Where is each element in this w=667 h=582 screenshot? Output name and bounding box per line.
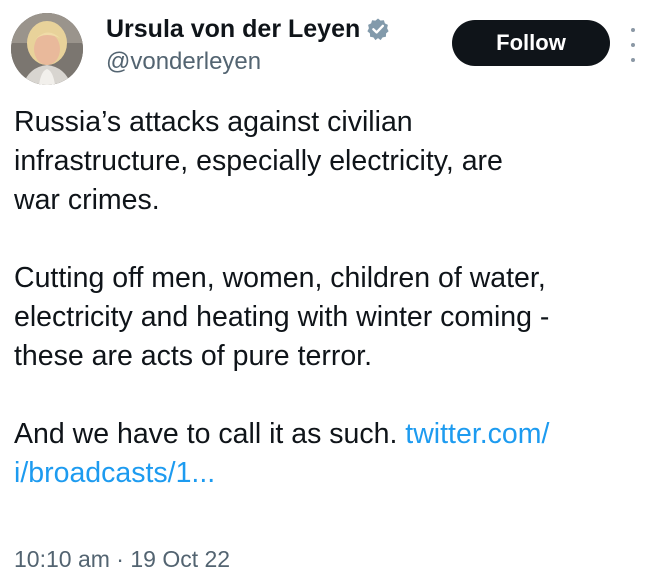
display-name[interactable]: Ursula von der Leyen <box>106 15 360 44</box>
tweet-date: 19 Oct 22 <box>130 546 231 572</box>
name-row: Ursula von der Leyen <box>106 12 390 46</box>
tweet-paragraph: Cutting off men, women, children of wate… <box>14 259 659 376</box>
tweet-timestamp[interactable]: 10:10 am · 19 Oct 22 <box>14 546 230 573</box>
verified-badge-icon <box>366 17 390 41</box>
tweet-text: Russia’s attacks against civilian infras… <box>14 103 659 493</box>
tweet-line-text: And we have to call it as such. <box>14 418 406 450</box>
tweet-line: war crimes. <box>14 184 160 216</box>
tweet-line: And we have to call it as such. twitter.… <box>14 415 659 454</box>
tweet-line: Russia’s attacks against civilian <box>14 106 413 138</box>
tweet-line: electricity and heating with winter comi… <box>14 301 550 333</box>
avatar[interactable] <box>11 13 83 85</box>
more-vertical-icon[interactable] <box>626 28 640 62</box>
author-block: Ursula von der Leyen @vonderleyen <box>106 12 390 76</box>
tweet-paragraph: Russia’s attacks against civilian infras… <box>14 103 659 220</box>
more-dot <box>631 43 635 47</box>
tweet-line: Cutting off men, women, children of wate… <box>14 262 546 294</box>
tweet-header: Ursula von der Leyen @vonderleyen Follow <box>0 0 667 100</box>
avatar-image <box>11 13 83 85</box>
tweet-time: 10:10 am <box>14 546 110 572</box>
tweet-paragraph: And we have to call it as such. twitter.… <box>14 415 659 493</box>
broadcast-link-continued[interactable]: i/broadcasts/1... <box>14 457 215 489</box>
more-dot <box>631 58 635 62</box>
tweet-line: infrastructure, especially electricity, … <box>14 145 503 177</box>
user-handle[interactable]: @vonderleyen <box>106 48 390 76</box>
tweet-line: i/broadcasts/1... <box>14 454 659 493</box>
broadcast-link[interactable]: twitter.com/ <box>405 418 549 450</box>
more-dot <box>631 28 635 32</box>
tweet-line: these are acts of pure terror. <box>14 340 373 372</box>
follow-button[interactable]: Follow <box>452 20 610 66</box>
separator: · <box>116 546 124 572</box>
